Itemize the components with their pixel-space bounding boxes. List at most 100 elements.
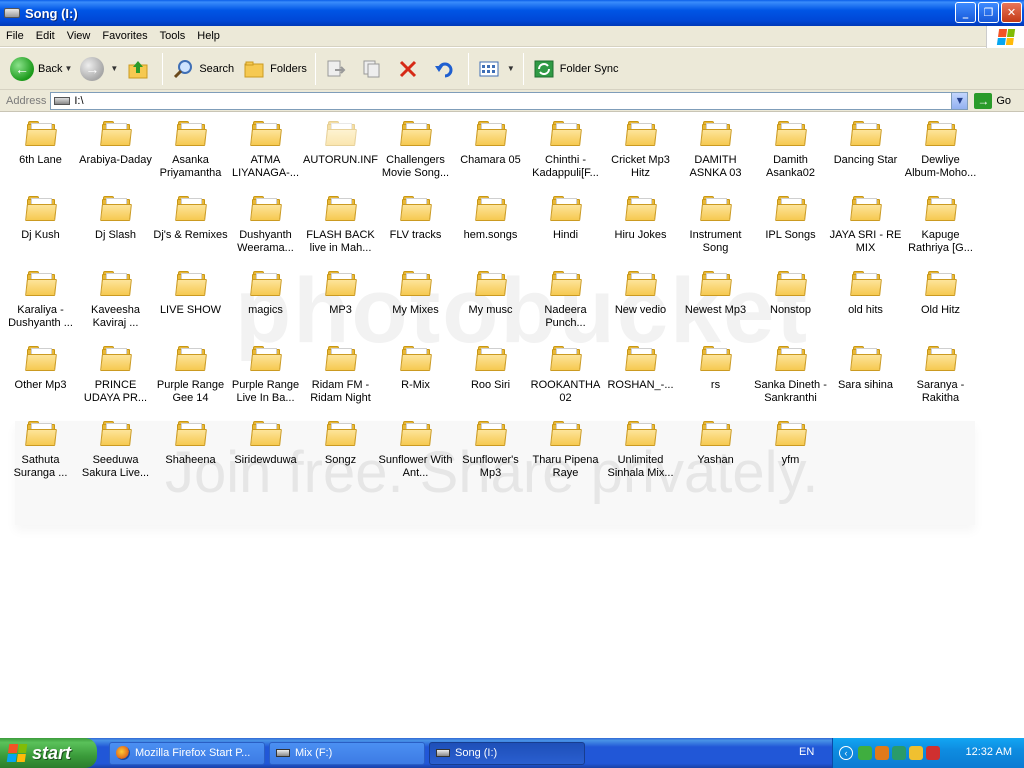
folder-item[interactable]: My musc: [453, 269, 528, 344]
network-icon[interactable]: [858, 746, 872, 760]
folder-item[interactable]: Kaveesha Kaviraj ...: [78, 269, 153, 344]
folder-item[interactable]: Roo Siri: [453, 344, 528, 419]
folder-item[interactable]: Nadeera Punch...: [528, 269, 603, 344]
folder-item[interactable]: Newest Mp3: [678, 269, 753, 344]
folder-item[interactable]: ROOKANTHA 02: [528, 344, 603, 419]
folder-item[interactable]: Dj's & Remixes: [153, 194, 228, 269]
show-hidden-icons-button[interactable]: ‹: [839, 746, 853, 760]
folder-item[interactable]: Saranya - Rakitha: [903, 344, 978, 419]
folder-item[interactable]: Sanka Dineth - Sankranthi: [753, 344, 828, 419]
folder-item[interactable]: Chamara 05: [453, 119, 528, 194]
close-button[interactable]: ✕: [1001, 2, 1022, 23]
folder-item[interactable]: Dushyanth Weerama...: [228, 194, 303, 269]
back-button[interactable]: ← Back ▼: [6, 52, 76, 86]
folders-button[interactable]: Folders: [238, 52, 311, 86]
folder-item[interactable]: Dj Slash: [78, 194, 153, 269]
folder-item[interactable]: Sunflower's Mp3: [453, 419, 528, 494]
go-button[interactable]: → Go: [974, 92, 1011, 109]
folder-item[interactable]: Yashan: [678, 419, 753, 494]
address-input[interactable]: I:\ ▼: [50, 91, 969, 110]
folder-item[interactable]: Challengers Movie Song...: [378, 119, 453, 194]
menu-help[interactable]: Help: [191, 30, 226, 42]
task-song-drive[interactable]: Song (I:): [429, 741, 585, 765]
folder-item[interactable]: Kapuge Rathriya [G...: [903, 194, 978, 269]
folder-item[interactable]: Purple Range Live In Ba...: [228, 344, 303, 419]
folder-item[interactable]: FLASH BACK live in Mah...: [303, 194, 378, 269]
folder-item[interactable]: Dewliye Album-Moho...: [903, 119, 978, 194]
firefox-tray-icon[interactable]: [875, 746, 889, 760]
folder-item[interactable]: Dj Kush: [3, 194, 78, 269]
folder-item[interactable]: Sathuta Suranga ...: [3, 419, 78, 494]
folder-item[interactable]: Arabiya-Daday: [78, 119, 153, 194]
folder-item[interactable]: LIVE SHOW: [153, 269, 228, 344]
folder-item[interactable]: My Mixes: [378, 269, 453, 344]
views-dropdown-icon[interactable]: ▼: [507, 64, 515, 73]
folder-item[interactable]: R-Mix: [378, 344, 453, 419]
move-to-button[interactable]: [320, 52, 356, 86]
folder-item[interactable]: IPL Songs: [753, 194, 828, 269]
copy-to-button[interactable]: [356, 52, 392, 86]
menu-view[interactable]: View: [61, 30, 97, 42]
folder-item[interactable]: Ridam FM - Ridam Night: [303, 344, 378, 419]
folder-item[interactable]: Dancing Star: [828, 119, 903, 194]
folder-item[interactable]: Songz: [303, 419, 378, 494]
folder-item[interactable]: Purple Range Gee 14: [153, 344, 228, 419]
folder-item[interactable]: FLV tracks: [378, 194, 453, 269]
folder-item[interactable]: Shaheena: [153, 419, 228, 494]
forward-button[interactable]: → ▼: [76, 52, 122, 86]
folder-item[interactable]: AUTORUN.INF: [303, 119, 378, 194]
minimize-button[interactable]: _: [955, 2, 976, 23]
folder-item[interactable]: Unlimited Sinhala Mix...: [603, 419, 678, 494]
folder-item[interactable]: hem.songs: [453, 194, 528, 269]
folder-item[interactable]: Instrument Song: [678, 194, 753, 269]
up-folder-button[interactable]: [122, 52, 158, 86]
security-shield-icon[interactable]: [926, 746, 940, 760]
folder-item[interactable]: rs: [678, 344, 753, 419]
folder-item[interactable]: New vedio: [603, 269, 678, 344]
menu-tools[interactable]: Tools: [154, 30, 192, 42]
folder-item[interactable]: ATMA LIYANAGA-...: [228, 119, 303, 194]
folder-item[interactable]: Seeduwa Sakura Live...: [78, 419, 153, 494]
language-indicator[interactable]: EN: [799, 746, 814, 758]
folder-item[interactable]: JAYA SRI - RE MIX: [828, 194, 903, 269]
search-button[interactable]: Search: [167, 52, 238, 86]
folder-sync-button[interactable]: Folder Sync: [528, 52, 623, 86]
folder-item[interactable]: Hindi: [528, 194, 603, 269]
views-button[interactable]: ▼: [473, 52, 519, 86]
folder-item[interactable]: Hiru Jokes: [603, 194, 678, 269]
task-mix-drive[interactable]: Mix (F:): [269, 741, 425, 765]
menu-edit[interactable]: Edit: [30, 30, 61, 42]
folder-item[interactable]: Damith Asanka02: [753, 119, 828, 194]
folder-item[interactable]: ROSHAN_-...: [603, 344, 678, 419]
start-button[interactable]: start: [0, 738, 97, 768]
folder-item[interactable]: Old Hitz: [903, 269, 978, 344]
menu-favorites[interactable]: Favorites: [96, 30, 153, 42]
title-bar[interactable]: Song (I:) _ ❐ ✕: [0, 0, 1024, 26]
folder-item[interactable]: old hits: [828, 269, 903, 344]
folder-item[interactable]: Nonstop: [753, 269, 828, 344]
address-dropdown-icon[interactable]: ▼: [951, 92, 968, 109]
users-tray-icon[interactable]: [909, 746, 923, 760]
folder-item[interactable]: Karaliya - Dushyanth ...: [3, 269, 78, 344]
folder-item[interactable]: Asanka Priyamantha: [153, 119, 228, 194]
folder-item[interactable]: MP3: [303, 269, 378, 344]
back-dropdown-icon[interactable]: ▼: [64, 64, 72, 73]
folder-item[interactable]: magics: [228, 269, 303, 344]
folder-item[interactable]: Tharu Pipena Raye: [528, 419, 603, 494]
folder-item[interactable]: Cricket Mp3 Hitz: [603, 119, 678, 194]
undo-button[interactable]: [428, 52, 464, 86]
folder-item[interactable]: Sunflower With Ant...: [378, 419, 453, 494]
folder-item[interactable]: PRINCE UDAYA PR...: [78, 344, 153, 419]
file-view[interactable]: photobucket Join free. Share privately. …: [0, 113, 1024, 738]
delete-button[interactable]: [392, 52, 428, 86]
menu-file[interactable]: File: [0, 30, 30, 42]
folder-item[interactable]: Sara sihina: [828, 344, 903, 419]
folder-item[interactable]: DAMITH ASNKA 03: [678, 119, 753, 194]
sync-tray-icon[interactable]: [892, 746, 906, 760]
task-firefox[interactable]: Mozilla Firefox Start P...: [109, 741, 265, 765]
folder-item[interactable]: Siridewduwa: [228, 419, 303, 494]
maximize-button[interactable]: ❐: [978, 2, 999, 23]
forward-dropdown-icon[interactable]: ▼: [110, 64, 118, 73]
folder-item[interactable]: yfm: [753, 419, 828, 494]
folder-item[interactable]: Chinthi - Kadappuli[F...: [528, 119, 603, 194]
